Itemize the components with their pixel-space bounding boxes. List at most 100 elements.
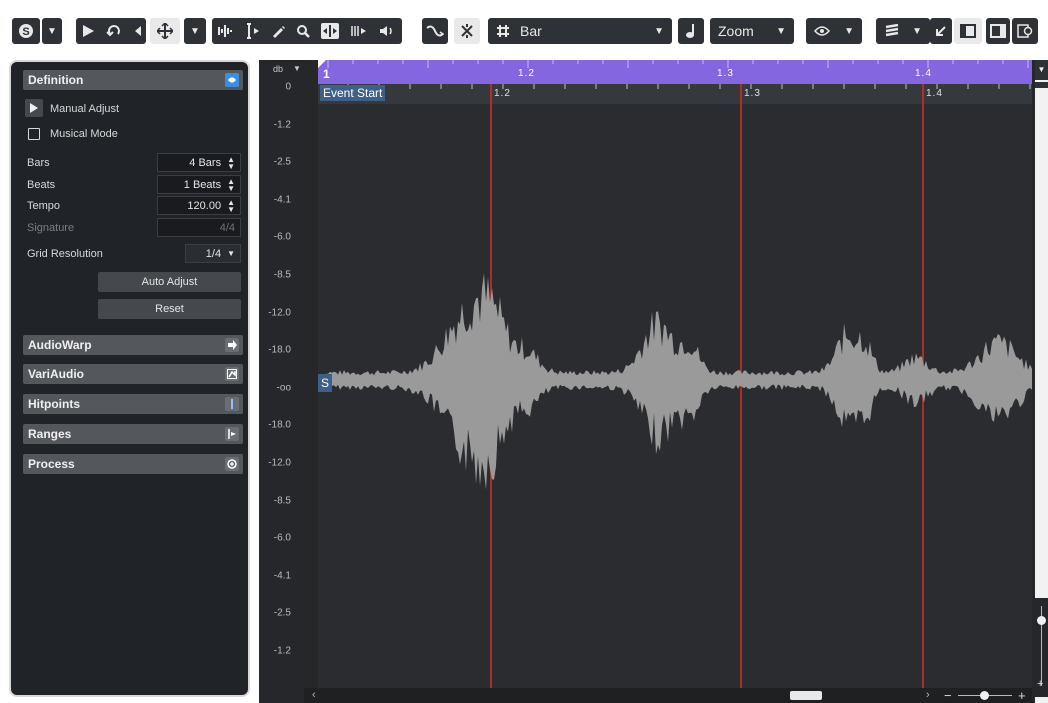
beats-label: Beats — [27, 179, 56, 191]
tempo-field[interactable]: 120.00 ▲ ▼ — [157, 196, 241, 215]
zoom-dropdown[interactable]: Zoom ▼ — [710, 18, 794, 44]
warp-tool-icon[interactable] — [320, 23, 339, 39]
bars-field[interactable]: 4 Bars ▲ ▼ — [157, 153, 241, 172]
arrow-down-left-icon[interactable] — [930, 18, 952, 44]
section-hitpoints-label: Hitpoints — [28, 397, 80, 411]
scroll-right-icon[interactable]: › — [926, 689, 930, 701]
db-tick: -2.5 — [273, 607, 291, 619]
pencil-icon[interactable] — [271, 24, 286, 38]
section-variaudio-header[interactable]: VariAudio — [23, 364, 243, 384]
scroll-thumb[interactable] — [790, 691, 822, 700]
db-tick: -8.5 — [273, 495, 291, 507]
audition-icon[interactable] — [217, 24, 235, 38]
event-label-1-4: 1.4 — [926, 88, 943, 99]
beats-value: 1 Beats — [183, 178, 222, 191]
speaker-icon[interactable] — [378, 24, 396, 38]
toolbar: S ▼ ▼ Bar ▼ Zoom ▼ ▼ ▼ — [0, 0, 1048, 60]
db-tick: -oo — [276, 382, 291, 394]
snap-type-dropdown[interactable]: Bar ▼ — [488, 18, 672, 44]
zoom-icon[interactable] — [296, 24, 310, 38]
settings-icon[interactable] — [1012, 18, 1038, 44]
hitpoint-tool-icon[interactable] — [350, 24, 368, 38]
chevron-up-icon[interactable] — [1035, 82, 1048, 88]
manual-adjust-icon[interactable] — [25, 99, 43, 117]
definition-toggle-icon[interactable] — [225, 73, 239, 87]
horizontal-scrollbar[interactable]: ‹ › − + — [304, 688, 1032, 703]
range-tool-icon[interactable] — [246, 23, 260, 39]
tool-group — [212, 18, 402, 44]
tool-dropdown-icon[interactable]: ▼ — [184, 18, 206, 44]
hitpoints-icon[interactable] — [225, 397, 239, 411]
chevron-down-icon: ▼ — [227, 249, 235, 258]
snap-icon[interactable] — [454, 18, 480, 44]
section-definition-header[interactable]: Definition — [23, 70, 243, 90]
db-tick: -2.5 — [273, 156, 291, 168]
chevron-down-icon[interactable]: ▼ — [293, 64, 301, 73]
right-zone-toggle-icon[interactable] — [986, 18, 1010, 44]
section-audiowarp-label: AudioWarp — [28, 338, 92, 352]
inspector-panel: Definition Manual Adjust Musical Mode Ba… — [9, 60, 250, 697]
grid-resolution-dropdown[interactable]: 1/4 ▼ — [185, 244, 241, 263]
vertical-zoom-in-icon[interactable]: + — [1037, 678, 1043, 690]
bars-value: 4 Bars — [189, 156, 222, 169]
event-ruler[interactable]: Event Start 1.2 1.3 1.4 — [318, 84, 1032, 104]
audiowarp-icon[interactable] — [225, 338, 239, 352]
layers-dropdown[interactable]: ▼ — [876, 18, 930, 44]
db-tick: -6.0 — [273, 231, 291, 243]
timeline-ruler[interactable]: 1 1.2 1.3 1.4 — [318, 60, 1032, 84]
zoom-in-icon[interactable]: + — [1018, 688, 1026, 703]
ruler-label-bar-1: 1 — [323, 67, 330, 81]
loop-indicator-icon[interactable] — [134, 26, 141, 36]
start-marker[interactable]: S — [318, 374, 332, 392]
db-tick: -18.0 — [268, 419, 291, 431]
zoom-slider-handle[interactable] — [980, 691, 989, 700]
waveform-display[interactable]: S — [318, 104, 1032, 688]
process-icon[interactable] — [225, 457, 239, 471]
db-tick: -4.1 — [273, 570, 291, 582]
visibility-dropdown[interactable]: ▼ — [806, 18, 862, 44]
snap-type-value: Bar — [520, 23, 542, 39]
db-tick: 0 — [285, 81, 291, 93]
playback-group — [76, 18, 146, 44]
scroll-left-icon[interactable]: ‹ — [312, 689, 316, 701]
bars-stepper-icon[interactable]: ▲ ▼ — [227, 155, 235, 170]
auto-scroll-icon[interactable] — [422, 18, 448, 44]
zoom-label: Zoom — [718, 23, 754, 39]
variaudio-icon[interactable] — [225, 367, 239, 381]
state-icon[interactable]: S — [12, 18, 40, 44]
section-process-header[interactable]: Process — [23, 454, 243, 474]
section-definition-label: Definition — [28, 73, 84, 87]
db-tick: -12.0 — [268, 307, 291, 319]
tempo-value: 120.00 — [187, 199, 222, 212]
beats-stepper-icon[interactable]: ▲ ▼ — [227, 177, 235, 192]
left-zone-toggle-icon[interactable] — [954, 18, 982, 44]
ranges-icon[interactable] — [225, 427, 239, 441]
object-selection-icon[interactable] — [150, 18, 180, 44]
signature-field: 4/4 — [157, 218, 241, 237]
zoom-out-icon[interactable]: − — [944, 688, 952, 703]
layers-icon — [885, 24, 899, 37]
beats-field[interactable]: 1 Beats ▲ ▼ — [157, 175, 241, 194]
reset-button[interactable]: Reset — [98, 299, 241, 319]
eye-icon — [814, 26, 830, 36]
section-ranges-header[interactable]: Ranges — [23, 424, 243, 444]
event-label-1-2: 1.2 — [494, 88, 511, 99]
section-hitpoints-header[interactable]: Hitpoints — [23, 394, 243, 414]
quantize-note-icon[interactable] — [678, 18, 704, 44]
auto-adjust-button[interactable]: Auto Adjust — [98, 272, 241, 292]
chevron-down-icon[interactable]: ▼ — [1035, 60, 1048, 80]
musical-mode-checkbox[interactable] — [28, 128, 40, 140]
play-icon[interactable] — [81, 24, 95, 38]
section-audiowarp-header[interactable]: AudioWarp — [23, 335, 243, 355]
loop-icon[interactable] — [106, 24, 124, 38]
chevron-down-icon: ▼ — [912, 25, 922, 37]
event-start-label[interactable]: Event Start — [320, 85, 386, 101]
state-dropdown-icon[interactable]: ▼ — [42, 18, 62, 44]
vertical-zoom-control[interactable]: + — [1035, 598, 1048, 697]
vertical-scrollbar[interactable]: ▼ + — [1035, 60, 1048, 703]
vertical-zoom-handle[interactable] — [1037, 616, 1046, 625]
chevron-down-icon: ▼ — [844, 25, 854, 37]
db-tick: -1.2 — [273, 645, 291, 657]
svg-text:S: S — [22, 26, 29, 38]
tempo-stepper-icon[interactable]: ▲ ▼ — [227, 198, 235, 213]
